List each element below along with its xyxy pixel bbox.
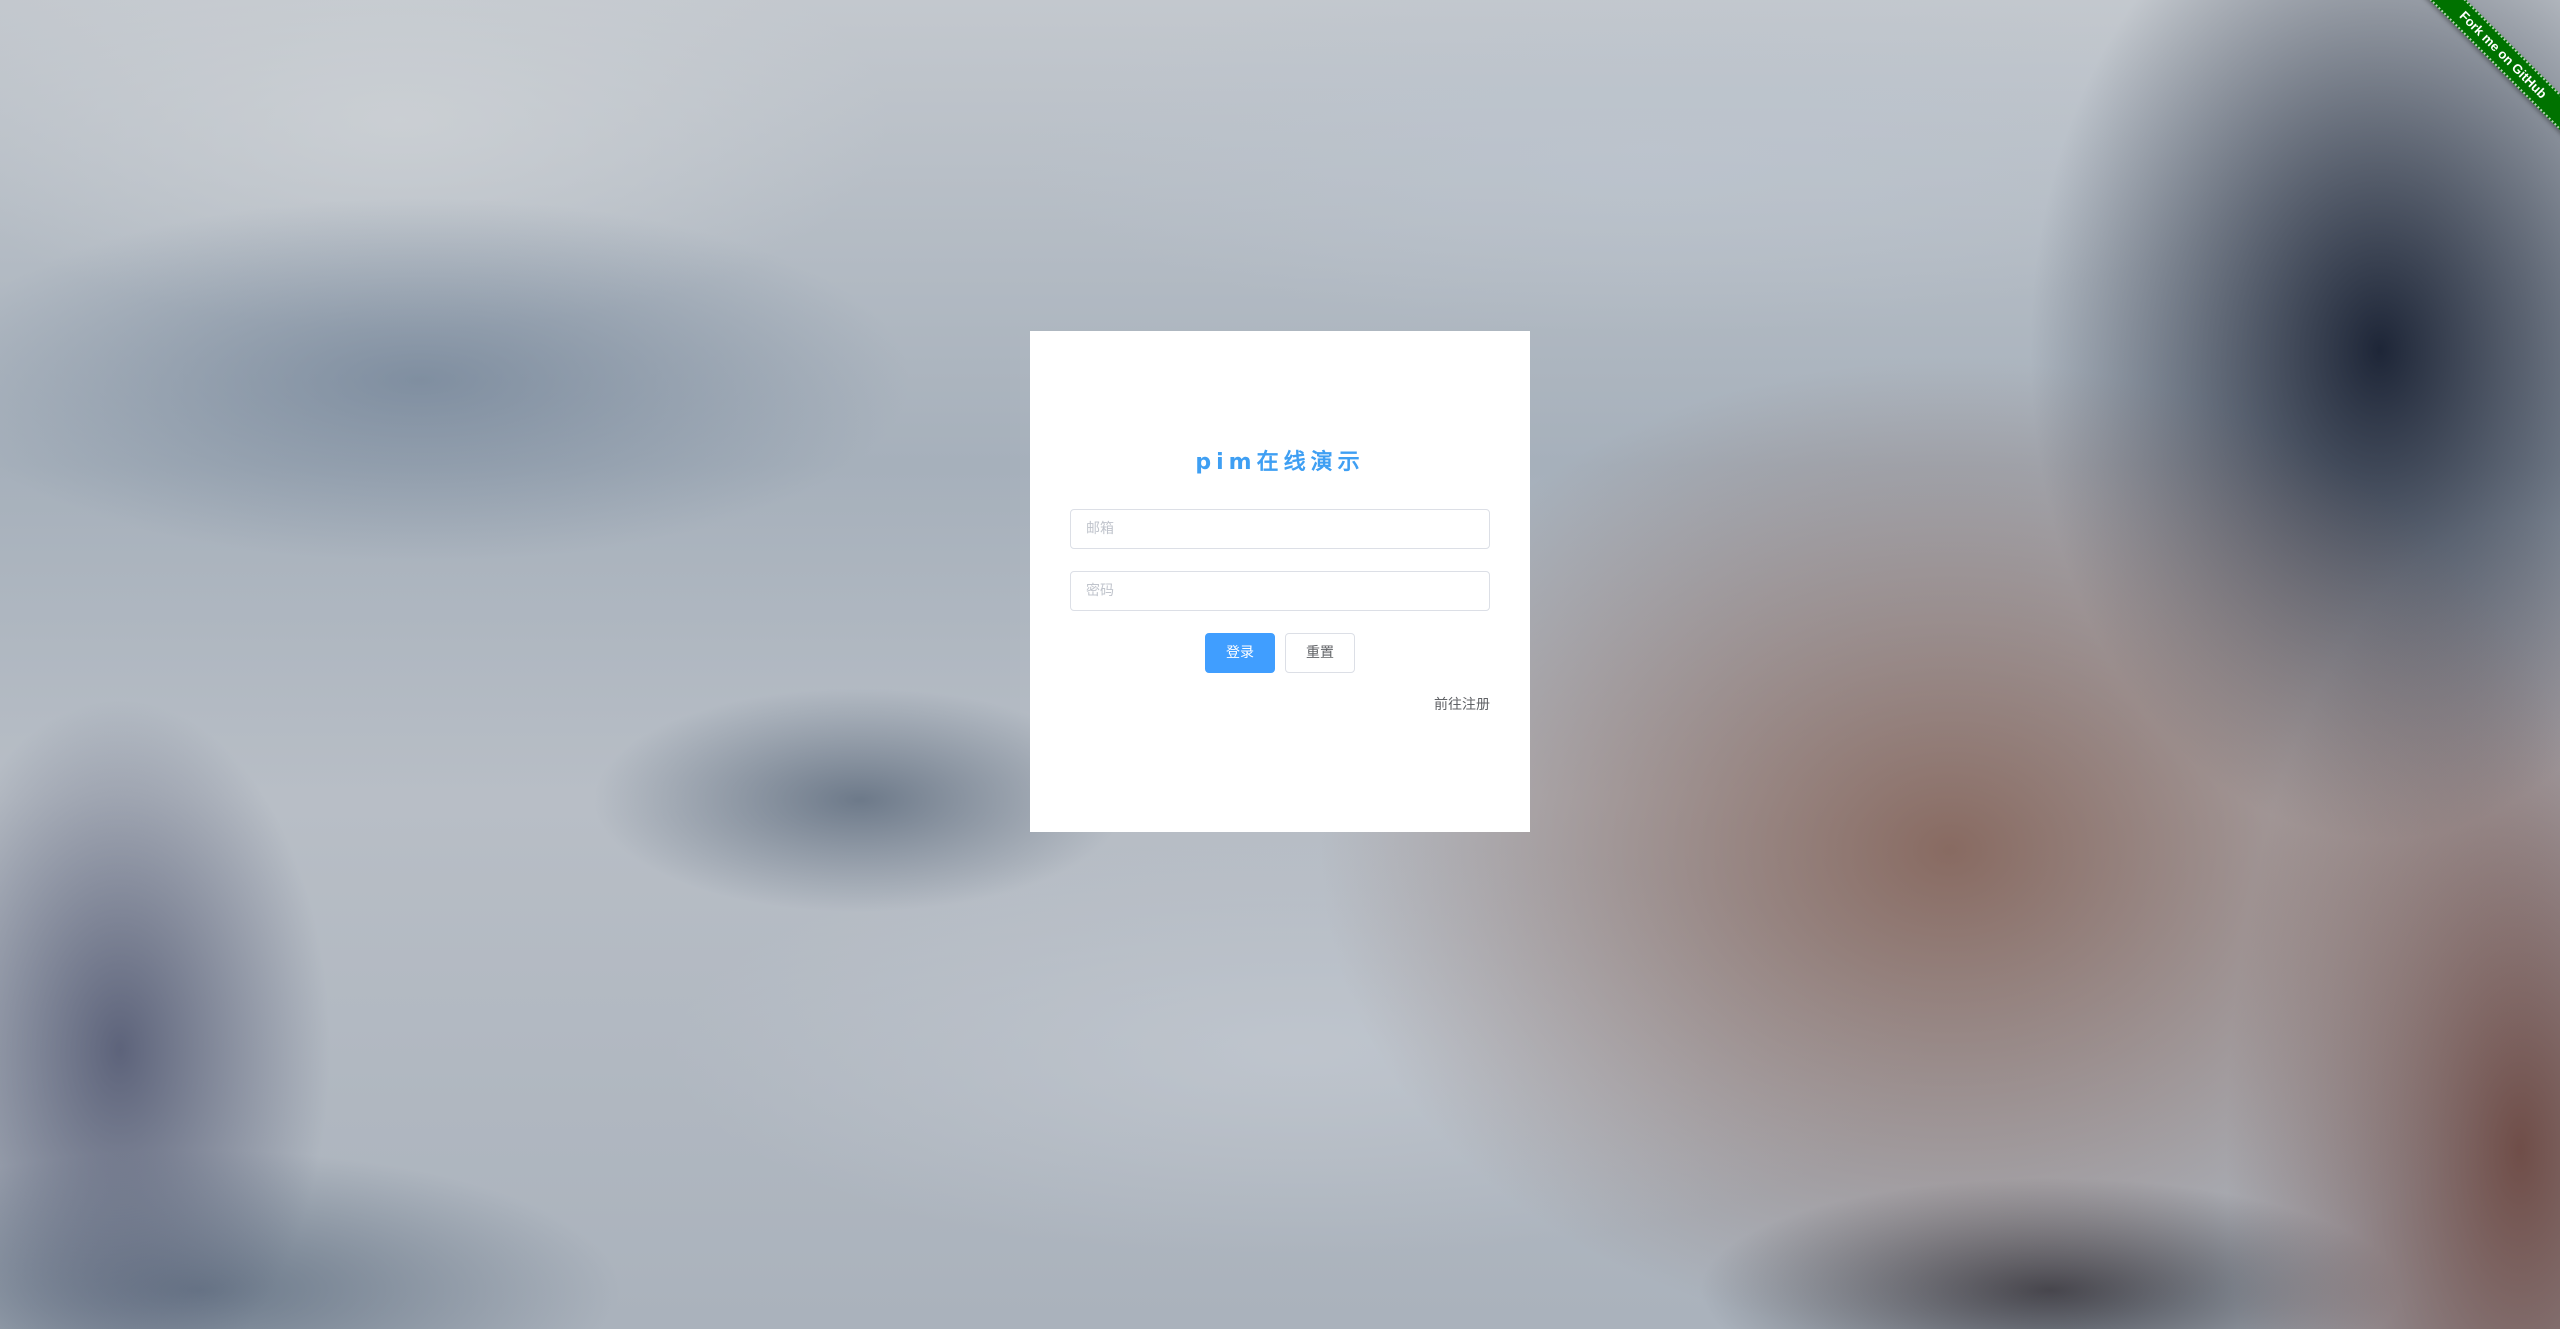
password-input[interactable] [1070,571,1490,611]
login-card: pim在线演示 登录 重置 前往注册 [1030,331,1530,832]
login-title: pim在线演示 [1195,450,1365,475]
login-page: pim在线演示 登录 重置 前往注册 Fork me on GitHub [0,0,2560,1329]
reset-button[interactable]: 重置 [1285,633,1355,673]
email-input[interactable] [1070,509,1490,549]
login-button[interactable]: 登录 [1205,633,1275,673]
fork-on-github-ribbon[interactable]: Fork me on GitHub [2412,0,2560,146]
register-link[interactable]: 前往注册 [1434,694,1490,714]
github-ribbon-container: Fork me on GitHub [2411,0,2560,149]
